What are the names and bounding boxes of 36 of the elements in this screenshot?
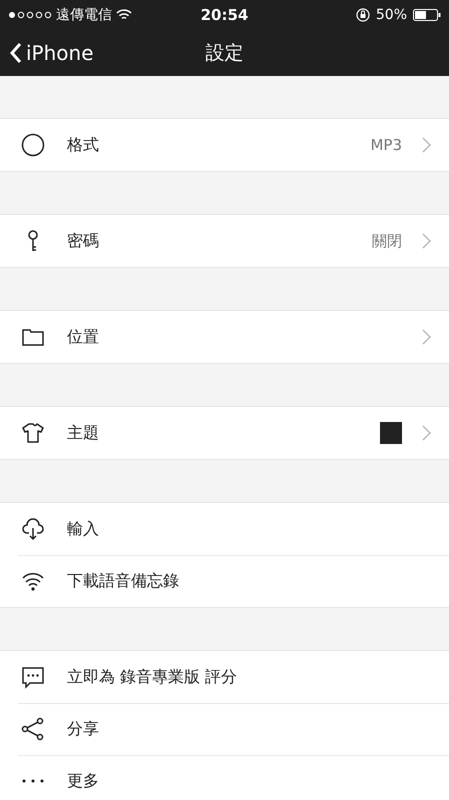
row-value: 關閉 [372,232,402,250]
row-label: 輸入 [67,518,100,540]
share-icon [21,717,45,741]
battery-percent: 50% [376,7,407,23]
rotation-lock-icon [356,8,370,22]
settings-row[interactable]: 立即為 錄音專業版 評分 [0,651,449,703]
row-label: 密碼 [67,230,100,252]
chat-icon [21,665,45,689]
wifi-icon [116,9,132,21]
settings-row[interactable]: 輸入 [0,503,449,555]
row-label: 立即為 錄音專業版 評分 [67,666,238,688]
more-icon [21,779,45,783]
settings-row[interactable]: 分享 [0,703,449,755]
settings-row[interactable]: 下載語音備忘錄 [0,555,449,607]
signal-icon [8,11,52,19]
settings-row[interactable]: 主題 [0,407,449,459]
shirt-icon [21,421,45,445]
settings-row[interactable]: 密碼 關閉 [0,215,449,267]
settings-row[interactable]: 格式 MP3 [0,119,449,171]
status-time: 20:54 [200,6,248,24]
row-label: 分享 [67,718,100,740]
row-label: 更多 [67,770,100,792]
row-label: 格式 [67,134,100,156]
page-title: 設定 [206,41,244,66]
row-label: 主題 [67,422,100,444]
back-chevron-icon [10,42,22,64]
row-label: 下載語音備忘錄 [67,570,180,592]
back-button[interactable]: iPhone [0,41,94,65]
carrier-name: 遠傳電信 [56,6,112,24]
settings-row[interactable]: 更多 [0,755,449,800]
row-label: 位置 [67,326,100,348]
battery-icon [413,9,441,21]
circle-icon [21,133,45,157]
settings-row[interactable]: 位置 [0,311,449,363]
row-value: MP3 [370,136,402,154]
cloud-download-icon [21,517,45,541]
